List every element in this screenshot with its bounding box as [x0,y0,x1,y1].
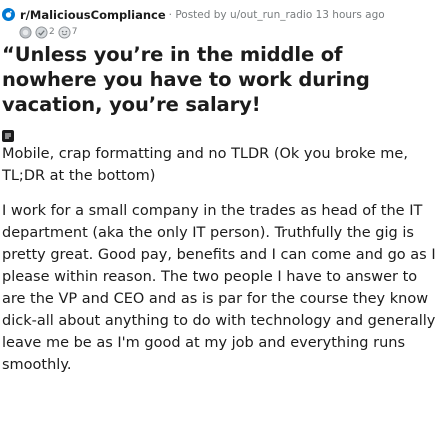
post-card: r/MaliciousCompliance · Posted by u/out_… [0,0,448,376]
award-count: 2 [49,26,55,37]
text-post-icon [2,130,14,142]
award-wholesome[interactable]: 7 [58,25,78,39]
post-paragraph: I work for a small company in the trades… [2,203,436,373]
award-helpful[interactable]: 2 [35,25,55,39]
subreddit-icon[interactable] [2,8,15,21]
subreddit-link[interactable]: r/MaliciousCompliance [20,8,166,22]
post-meta: r/MaliciousCompliance · Posted by u/out_… [0,6,448,23]
post-paragraph: Mobile, crap formatting and no TLDR (Ok … [2,146,408,184]
post-type-row [0,117,448,143]
post-title[interactable]: “Unless you’re in the middle of nowhere … [0,42,448,117]
award-helpful-icon [35,25,48,39]
posted-by-text: · Posted by u/out_run_radio 13 hours ago [168,8,385,21]
award-silver-icon[interactable] [19,25,32,39]
award-count: 7 [71,26,78,37]
post-body: Mobile, crap formatting and no TLDR (Ok … [0,143,448,376]
awards-row[interactable]: 2 7 [0,24,448,40]
award-wholesome-icon [58,25,71,39]
